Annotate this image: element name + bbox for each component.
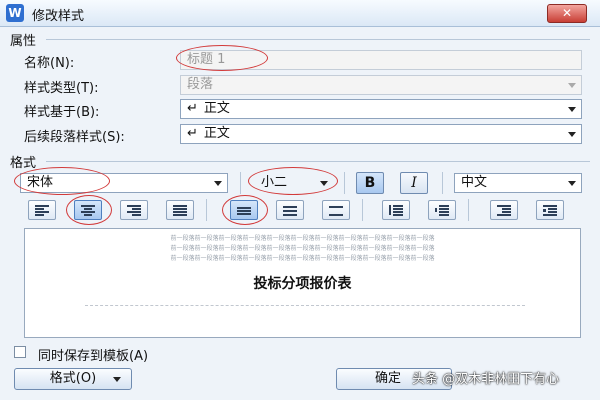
language-select[interactable]: 中文 — [454, 173, 582, 193]
align-right-icon — [127, 205, 141, 216]
title-bar: W 修改样式 ✕ — [0, 0, 600, 27]
next-style-label: 后续段落样式(S): — [24, 130, 125, 145]
format-divider — [46, 161, 590, 162]
paragraph-mark-icon: ↵ — [187, 126, 198, 141]
properties-divider — [46, 39, 590, 40]
annotation-oval-font — [14, 167, 110, 195]
align-left-icon — [35, 205, 49, 216]
toolbar-separator — [344, 172, 345, 194]
toolbar-separator — [362, 199, 363, 221]
close-button[interactable]: ✕ — [547, 4, 587, 23]
indent-decrease-icon — [497, 205, 511, 216]
bold-button[interactable]: B — [356, 172, 384, 194]
italic-button[interactable]: I — [400, 172, 428, 194]
based-on-label: 样式基于(B): — [24, 105, 100, 120]
style-type-label: 样式类型(T): — [24, 81, 99, 96]
name-label: 名称(N): — [24, 56, 75, 71]
paragraph-spacing-increase-icon — [389, 205, 403, 216]
align-right-button[interactable] — [120, 200, 148, 220]
toolbar-separator — [240, 172, 241, 194]
next-style-value: 正文 — [203, 126, 230, 141]
indent-increase-icon — [543, 205, 557, 216]
toolbar-separator — [468, 199, 469, 221]
toolbar-separator — [206, 199, 207, 221]
chevron-down-icon — [568, 83, 576, 88]
annotation-oval-spacing — [222, 195, 268, 225]
style-preview: 前一段落前一段落前一段落前一段落前一段落前一段落前一段落前一段落前一段落前一段落… — [24, 228, 581, 338]
chevron-down-icon — [568, 132, 576, 137]
window-title: 修改样式 — [32, 9, 85, 24]
format-button-label: 格式(O) — [49, 371, 97, 386]
decrease-spacing-button[interactable] — [428, 200, 456, 220]
style-type-select[interactable]: 段落 — [180, 75, 582, 95]
double-spacing-button[interactable] — [322, 200, 350, 220]
based-on-select[interactable]: ↵ 正文 — [180, 99, 582, 119]
preview-sample-line: 前一段落前一段落前一段落前一段落前一段落前一段落前一段落前一段落前一段落前一段落… — [170, 235, 435, 242]
save-to-template-checkbox[interactable] — [14, 346, 26, 358]
preview-sample-line: 前一段落前一段落前一段落前一段落前一段落前一段落前一段落前一段落前一段落前一段落… — [170, 255, 435, 262]
chevron-down-icon — [568, 107, 576, 112]
format-menu-button[interactable]: 格式(O) — [14, 368, 132, 390]
line-spacing-onehalf-icon — [283, 205, 297, 216]
save-to-template-label: 同时保存到模板(A) — [38, 349, 149, 364]
annotation-oval-name — [176, 45, 268, 71]
language-value: 中文 — [461, 175, 488, 190]
preview-following-text — [85, 305, 525, 306]
chevron-down-icon — [113, 377, 121, 382]
wps-app-icon: W — [6, 4, 24, 22]
next-style-select[interactable]: ↵ 正文 — [180, 124, 582, 144]
one-half-spacing-button[interactable] — [276, 200, 304, 220]
chevron-down-icon — [214, 181, 222, 186]
annotation-oval-align — [66, 195, 112, 225]
based-on-value: 正文 — [203, 101, 230, 116]
format-section-label: 格式 — [10, 156, 37, 171]
decrease-indent-button[interactable] — [490, 200, 518, 220]
increase-spacing-button[interactable] — [382, 200, 410, 220]
chevron-down-icon — [568, 181, 576, 186]
properties-section-label: 属性 — [10, 34, 37, 49]
justify-icon — [173, 205, 187, 216]
justify-button[interactable] — [166, 200, 194, 220]
paragraph-mark-icon: ↵ — [187, 101, 198, 116]
annotation-oval-size — [248, 167, 338, 195]
increase-indent-button[interactable] — [536, 200, 564, 220]
line-spacing-double-icon — [329, 205, 343, 216]
preview-heading: 投标分项报价表 — [253, 276, 352, 292]
toolbar-separator — [442, 172, 443, 194]
style-type-value: 段落 — [187, 77, 214, 92]
watermark-text: 头条 @双木非林田下有心 — [412, 372, 560, 387]
paragraph-spacing-decrease-icon — [435, 205, 449, 216]
preview-sample-line: 前一段落前一段落前一段落前一段落前一段落前一段落前一段落前一段落前一段落前一段落… — [170, 245, 435, 252]
align-left-button[interactable] — [28, 200, 56, 220]
